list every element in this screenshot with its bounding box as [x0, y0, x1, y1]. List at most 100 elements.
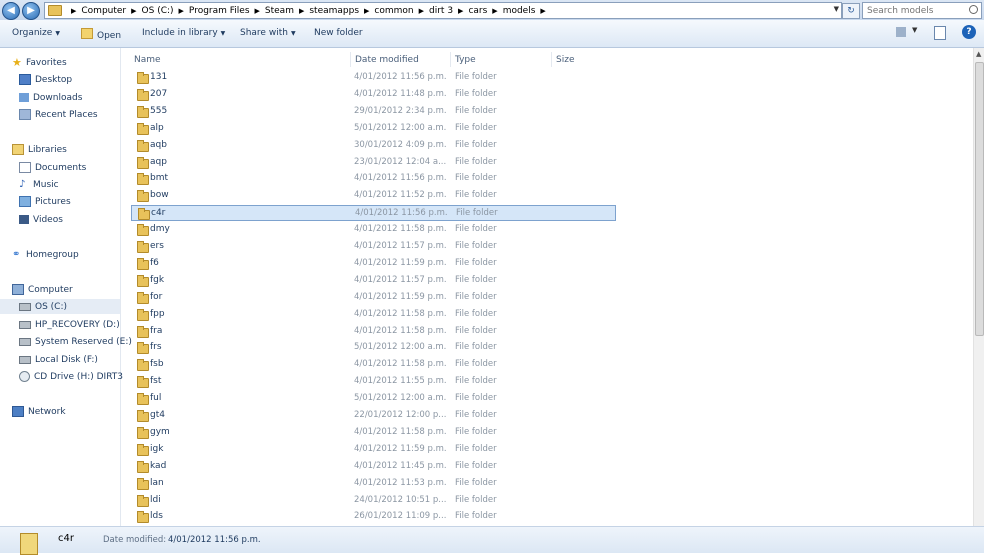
file-row[interactable]: 207 4/01/2012 11:48 p.m. File folder — [131, 87, 616, 103]
file-row[interactable]: frs 5/01/2012 12:00 a.m. File folder — [131, 340, 616, 356]
file-row[interactable]: dmy 4/01/2012 11:58 p.m. File folder — [131, 222, 616, 238]
nav-recent-places[interactable]: Recent Places — [19, 107, 139, 122]
scrollbar-thumb[interactable] — [975, 62, 984, 336]
file-row[interactable]: fgk 4/01/2012 11:57 p.m. File folder — [131, 273, 616, 289]
crumb-computer[interactable]: Computer — [81, 6, 126, 16]
nav-drive-f[interactable]: Local Disk (F:) — [19, 352, 139, 367]
nav-videos[interactable]: Videos — [19, 212, 139, 227]
file-row[interactable]: ers 4/01/2012 11:57 p.m. File folder — [131, 239, 616, 255]
folder-icon — [137, 173, 149, 186]
file-name: lan — [150, 477, 164, 488]
back-button[interactable]: ◀ — [2, 2, 20, 20]
nav-drive-d[interactable]: HP_RECOVERY (D:) — [19, 317, 139, 332]
column-header-date[interactable]: Date modified — [355, 50, 419, 70]
column-header-name[interactable]: Name — [134, 50, 161, 70]
column-divider[interactable] — [350, 52, 351, 67]
chevron-right-icon[interactable]: ▶ — [299, 7, 304, 15]
nav-drive-c[interactable]: OS (C:) — [0, 299, 120, 314]
chevron-right-icon[interactable]: ▶ — [540, 7, 545, 15]
nav-drive-e[interactable]: System Reserved (E:) — [19, 334, 139, 349]
nav-computer[interactable]: Computer — [12, 282, 132, 297]
search-input[interactable] — [863, 3, 971, 18]
chevron-down-icon[interactable]: ▼ — [834, 5, 839, 13]
file-row[interactable]: gt4 22/01/2012 12:00 p... File folder — [131, 408, 616, 424]
crumb-program-files[interactable]: Program Files — [189, 6, 250, 16]
nav-desktop[interactable]: Desktop — [19, 72, 139, 87]
crumb-common[interactable]: common — [374, 6, 413, 16]
file-row[interactable]: gym 4/01/2012 11:58 p.m. File folder — [131, 425, 616, 441]
file-row[interactable]: aqp 23/01/2012 12:04 a... File folder — [131, 155, 616, 171]
new-folder-button[interactable]: New folder — [314, 28, 363, 38]
file-row[interactable]: 555 29/01/2012 2:34 p.m. File folder — [131, 104, 616, 120]
nav-documents[interactable]: Documents — [19, 160, 139, 175]
file-row[interactable]: for 4/01/2012 11:59 p.m. File folder — [131, 290, 616, 306]
preview-pane-button[interactable] — [934, 26, 946, 40]
scroll-up-icon[interactable]: ▲ — [976, 50, 981, 58]
file-row[interactable]: kad 4/01/2012 11:45 p.m. File folder — [131, 459, 616, 475]
chevron-right-icon[interactable]: ▶ — [131, 7, 136, 15]
file-row[interactable]: f6 4/01/2012 11:59 p.m. File folder — [131, 256, 616, 272]
chevron-right-icon[interactable]: ▶ — [364, 7, 369, 15]
crumb-steamapps[interactable]: steamapps — [309, 6, 359, 16]
include-in-library-button[interactable]: Include in library ▼ — [142, 28, 225, 38]
chevron-right-icon[interactable]: ▶ — [419, 7, 424, 15]
chevron-right-icon[interactable]: ▶ — [492, 7, 497, 15]
file-row[interactable]: lds 26/01/2012 11:09 p... File folder — [131, 509, 616, 525]
file-row[interactable]: igk 4/01/2012 11:59 p.m. File folder — [131, 442, 616, 458]
file-row[interactable]: bmt 4/01/2012 11:56 p.m. File folder — [131, 171, 616, 187]
file-row[interactable]: fra 4/01/2012 11:58 p.m. File folder — [131, 324, 616, 340]
column-divider[interactable] — [551, 52, 552, 67]
nav-network[interactable]: Network — [12, 404, 132, 419]
caret-down-icon[interactable]: ▼ — [912, 26, 917, 34]
chevron-right-icon[interactable]: ▶ — [458, 7, 463, 15]
file-row[interactable]: c4r 4/01/2012 11:56 p.m. File folder — [131, 205, 616, 222]
folder-icon — [137, 105, 149, 118]
file-row[interactable]: alp 5/01/2012 12:00 a.m. File folder — [131, 121, 616, 137]
nav-music[interactable]: ♪ Music — [19, 177, 139, 192]
crumb-os[interactable]: OS (C:) — [142, 6, 174, 16]
crumb-dirt3[interactable]: dirt 3 — [429, 6, 453, 16]
address-bar[interactable]: ▶ Computer ▶ OS (C:) ▶ Program Files ▶ Stea… — [44, 2, 842, 19]
file-row[interactable]: aqb 30/01/2012 4:09 p.m. File folder — [131, 138, 616, 154]
file-row[interactable]: bow 4/01/2012 11:52 p.m. File folder — [131, 188, 616, 204]
column-header-size[interactable]: Size — [556, 50, 574, 70]
refresh-button[interactable]: ↻ — [842, 3, 860, 19]
file-row[interactable]: lan 4/01/2012 11:53 p.m. File folder — [131, 476, 616, 492]
folder-icon — [137, 376, 149, 389]
chevron-right-icon[interactable]: ▶ — [71, 7, 76, 15]
chevron-right-icon[interactable]: ▶ — [255, 7, 260, 15]
column-divider[interactable] — [450, 52, 451, 67]
file-row[interactable]: fsb 4/01/2012 11:58 p.m. File folder — [131, 357, 616, 373]
forward-button[interactable]: ▶ — [22, 2, 40, 20]
nav-homegroup[interactable]: ⚭ Homegroup — [12, 247, 132, 262]
file-row[interactable]: fpp 4/01/2012 11:58 p.m. File folder — [131, 307, 616, 323]
file-row[interactable]: ldi 24/01/2012 10:51 p... File folder — [131, 493, 616, 509]
nav-libraries[interactable]: Libraries — [12, 142, 132, 157]
share-with-button[interactable]: Share with ▼ — [240, 28, 296, 38]
column-header-type[interactable]: Type — [455, 50, 476, 70]
nav-label: Videos — [33, 214, 63, 225]
nav-downloads[interactable]: Downloads — [19, 90, 139, 105]
nav-buttons: ◀ ▶ — [2, 1, 42, 20]
file-date: 4/01/2012 11:58 p.m. — [354, 426, 447, 437]
file-date: 4/01/2012 11:57 p.m. — [354, 274, 447, 285]
crumb-steam[interactable]: Steam — [265, 6, 294, 16]
file-name: aqp — [150, 156, 167, 167]
file-date: 24/01/2012 10:51 p... — [354, 494, 447, 505]
crumb-cars[interactable]: cars — [468, 6, 487, 16]
cd-drive-icon — [19, 371, 30, 382]
crumb-models[interactable]: models — [503, 6, 536, 16]
help-button[interactable]: ? — [962, 25, 976, 39]
file-row[interactable]: ful 5/01/2012 12:00 a.m. File folder — [131, 391, 616, 407]
file-row[interactable]: fst 4/01/2012 11:55 p.m. File folder — [131, 374, 616, 390]
folder-icon — [137, 274, 149, 287]
view-icon[interactable] — [896, 27, 906, 37]
open-button[interactable]: Open — [81, 28, 121, 41]
nav-favorites[interactable]: ★ Favorites — [12, 55, 132, 70]
file-row[interactable]: 131 4/01/2012 11:56 p.m. File folder — [131, 70, 616, 86]
organize-button[interactable]: Organize ▼ — [12, 28, 60, 38]
chevron-right-icon[interactable]: ▶ — [179, 7, 184, 15]
nav-drive-h[interactable]: CD Drive (H:) DIRT3 — [19, 369, 139, 384]
search-icon[interactable] — [969, 5, 978, 14]
nav-pictures[interactable]: Pictures — [19, 194, 139, 209]
